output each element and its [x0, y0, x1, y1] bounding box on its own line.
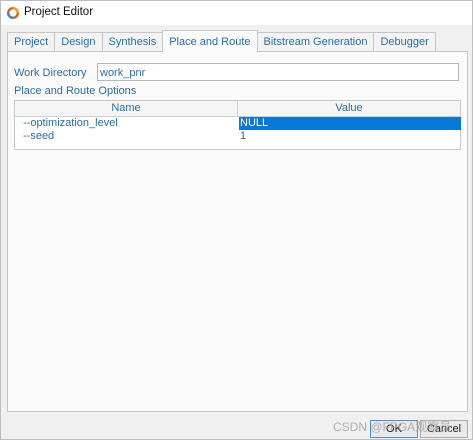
tab-project[interactable]: Project — [7, 32, 56, 51]
tab-bitstream-generation[interactable]: Bitstream Generation — [256, 32, 375, 51]
app-logo-icon — [7, 7, 19, 19]
column-header-name[interactable]: Name — [15, 101, 238, 116]
ok-button[interactable]: OK — [370, 420, 418, 438]
cancel-button[interactable]: Cancel — [420, 420, 468, 438]
project-editor-window: Project Editor Project Design Synthesis … — [0, 0, 473, 440]
option-name: --optimization_level — [23, 117, 118, 129]
tab-design[interactable]: Design — [54, 32, 103, 51]
options-table: Name Value --optimization_level NULL --s… — [14, 100, 461, 150]
option-name: --seed — [23, 130, 55, 142]
column-header-value[interactable]: Value — [238, 101, 460, 116]
options-section-label: Place and Route Options — [14, 85, 137, 97]
work-directory-label: Work Directory — [14, 67, 87, 79]
tab-bar: Project Design Synthesis Place and Route… — [7, 30, 436, 52]
table-header: Name Value — [15, 101, 460, 117]
option-value[interactable]: 1 — [239, 130, 461, 143]
table-row[interactable]: --optimization_level NULL — [15, 117, 461, 130]
option-value[interactable]: NULL — [239, 117, 461, 130]
tab-place-and-route[interactable]: Place and Route — [162, 30, 258, 52]
window-title: Project Editor — [24, 6, 94, 18]
tab-debugger[interactable]: Debugger — [373, 32, 436, 51]
tab-synthesis[interactable]: Synthesis — [101, 32, 164, 51]
work-directory-input[interactable] — [97, 63, 459, 81]
place-and-route-panel: Work Directory Place and Route Options N… — [7, 51, 468, 412]
table-row[interactable]: --seed 1 — [15, 130, 460, 143]
title-bar: Project Editor — [1, 1, 472, 25]
